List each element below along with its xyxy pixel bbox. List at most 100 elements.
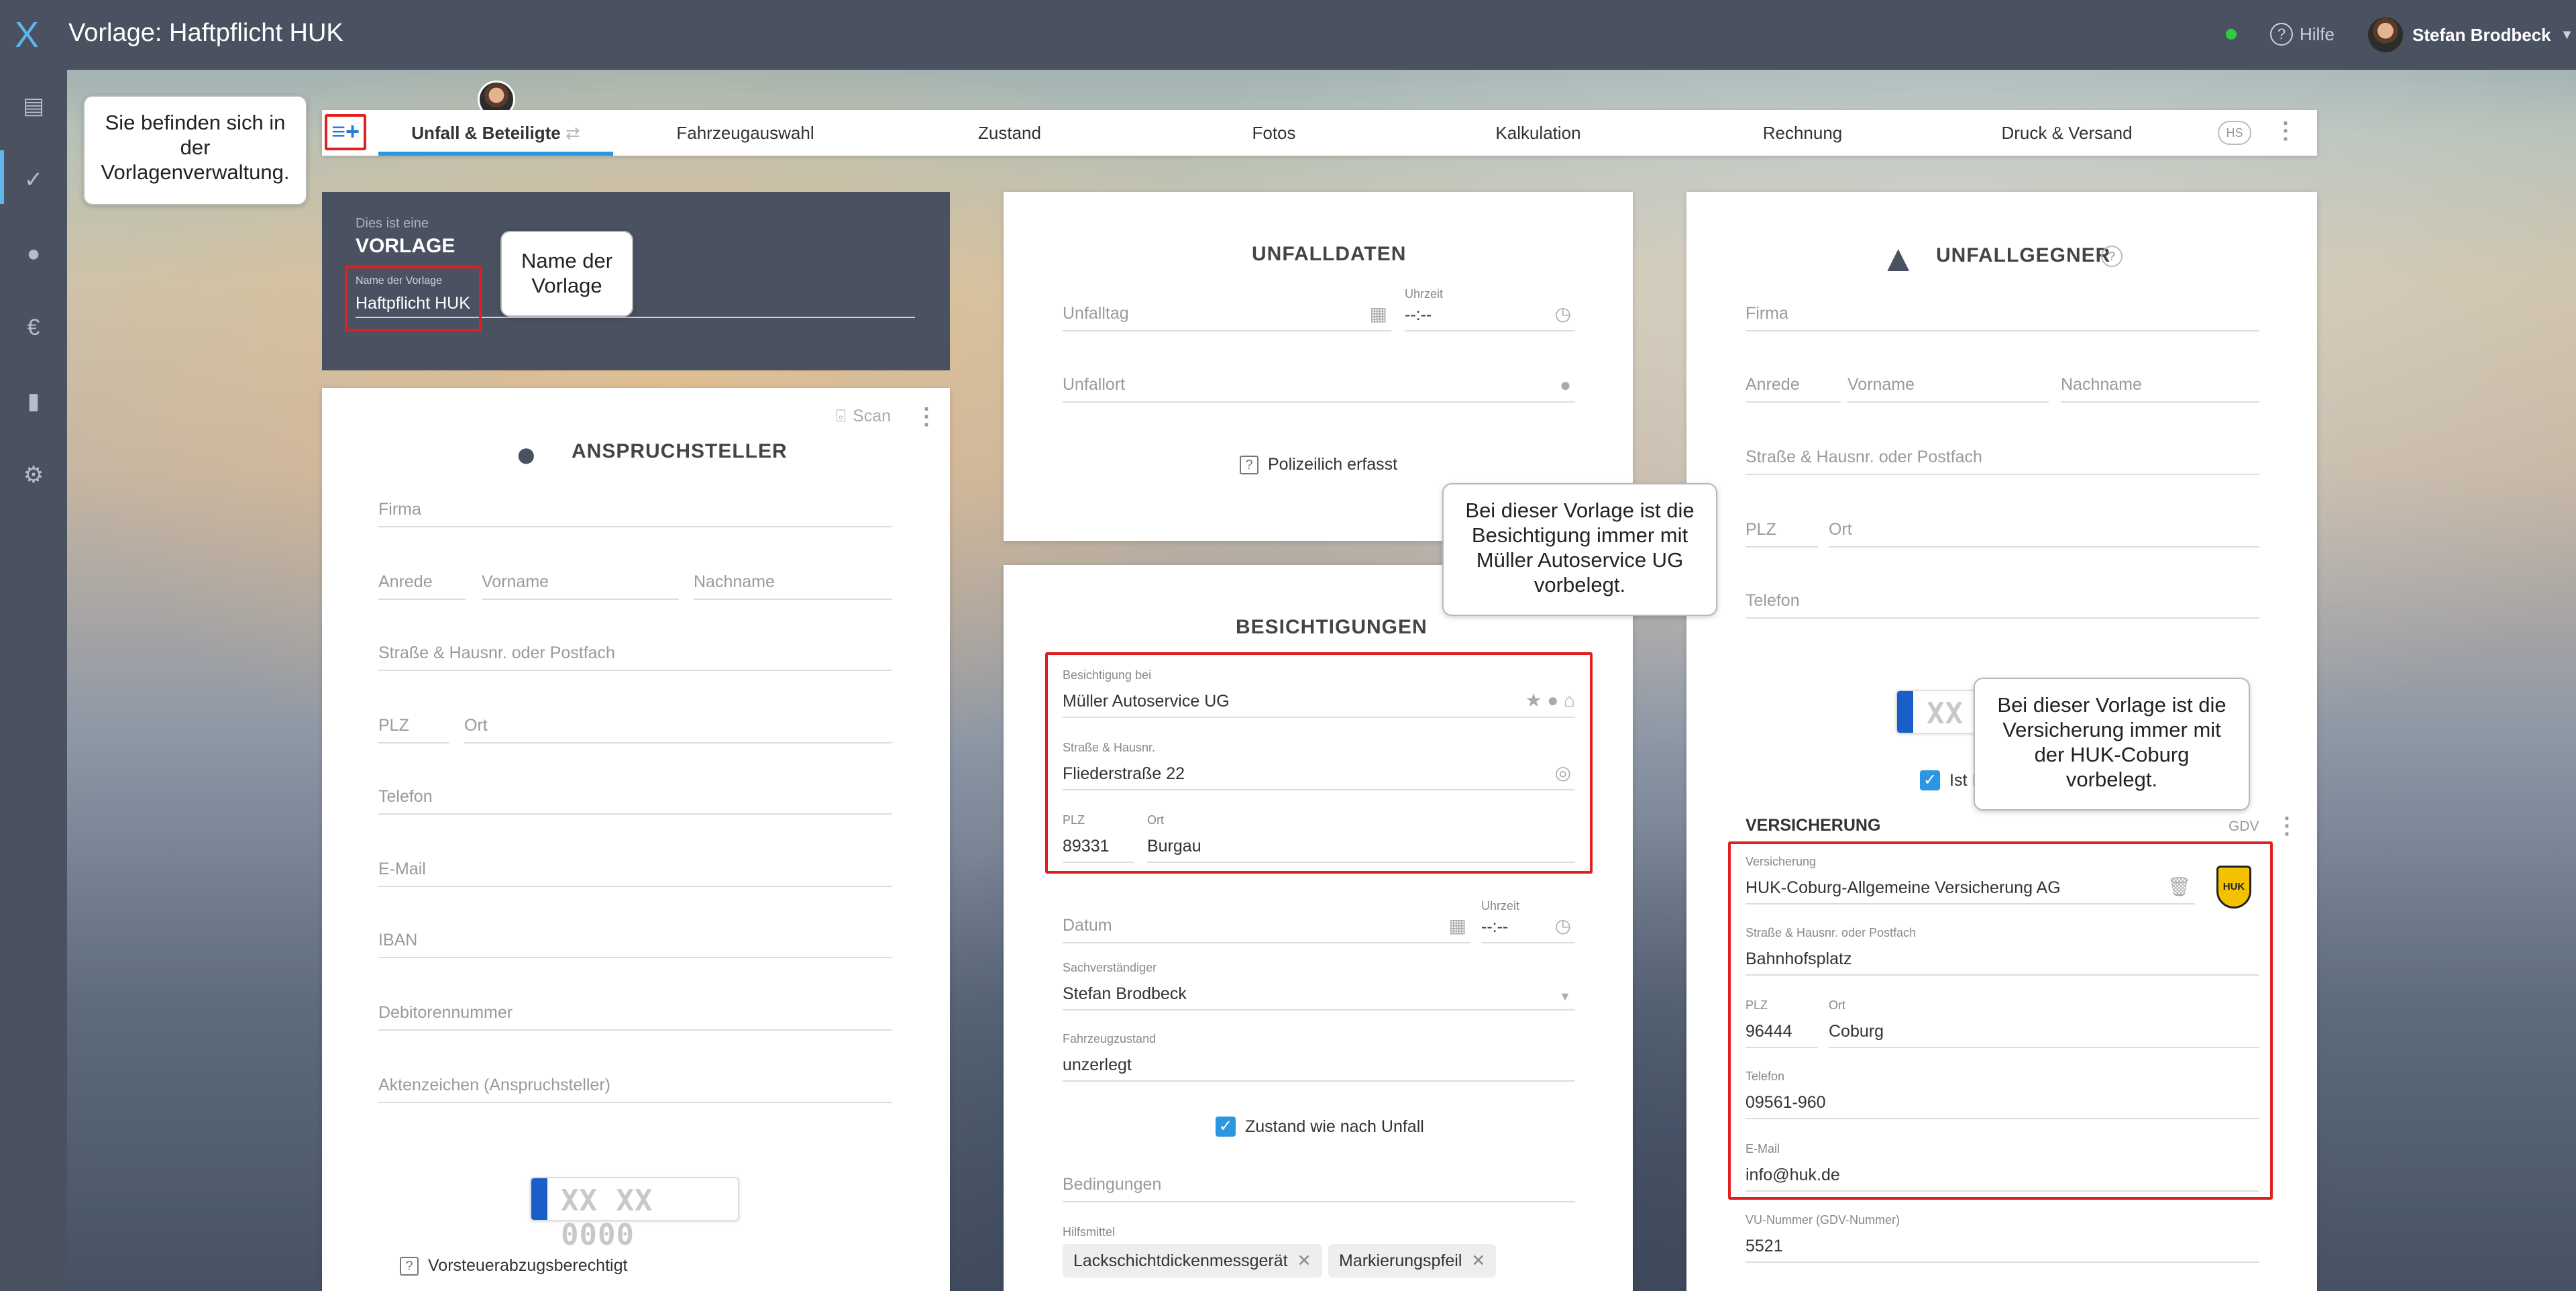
- field-value: 5521: [1746, 1237, 1783, 1255]
- field-label: Telefon: [1746, 591, 1800, 610]
- claimant-plz-input[interactable]: PLZ: [378, 706, 449, 743]
- hilfsmittel-chip[interactable]: Markierungspfeil ✕: [1328, 1244, 1497, 1278]
- template-list-button[interactable]: ≡+: [325, 114, 366, 150]
- zustand-wie-nach-unfall-checkbox[interactable]: ✓ Zustand wie nach Unfall: [1216, 1117, 1424, 1137]
- help-link[interactable]: ? Hilfe: [2270, 23, 2334, 46]
- opponent-telefon-input[interactable]: Telefon: [1746, 581, 2259, 619]
- field-label: PLZ: [378, 716, 409, 735]
- template-intro: Dies ist eine: [356, 216, 429, 231]
- polizei-checkbox[interactable]: ? Polizeilich erfasst: [1240, 455, 1397, 474]
- field-label: Unfalltag: [1063, 304, 1129, 323]
- besichtigung-datum-input[interactable]: Datum ▦: [1063, 906, 1470, 943]
- unfallort-input[interactable]: Unfallort ●: [1063, 365, 1575, 403]
- check-icon[interactable]: ✓: [19, 165, 48, 195]
- field-label: Firma: [378, 500, 421, 519]
- template-kind: VORLAGE: [356, 235, 455, 257]
- sachverstaendiger-select[interactable]: Sachverständiger Stefan Brodbeck ▼: [1063, 961, 1575, 1011]
- besichtigung-time-input[interactable]: Uhrzeit --:-- ◷: [1481, 899, 1575, 943]
- help-label: Hilfe: [2300, 23, 2335, 44]
- tab-zustand[interactable]: Zustand: [877, 110, 1142, 156]
- tab-rechnung[interactable]: Rechnung: [1670, 110, 1935, 156]
- help-icon[interactable]: ?: [2101, 246, 2123, 267]
- opponent-ort-input[interactable]: Ort: [1829, 510, 2259, 548]
- claimant-iban-input[interactable]: IBAN: [378, 921, 892, 958]
- insurance-more-icon[interactable]: ⋮: [2275, 815, 2298, 837]
- clock-icon[interactable]: ◷: [1555, 303, 1571, 325]
- calendar-icon[interactable]: ▦: [1370, 303, 1387, 325]
- opponent-firma-input[interactable]: Firma: [1746, 294, 2259, 331]
- versicherung-highlight: [1728, 841, 2273, 1200]
- opponent-nachname-input[interactable]: Nachname: [2061, 365, 2259, 403]
- clock-icon[interactable]: ◷: [1555, 915, 1571, 937]
- field-value: Stefan Brodbeck: [1063, 984, 1187, 1003]
- claimant-email-input[interactable]: E-Mail: [378, 849, 892, 887]
- field-label: Vorname: [1847, 375, 1915, 394]
- hs-badge[interactable]: HS: [2218, 121, 2251, 145]
- eu-band: [531, 1178, 547, 1220]
- field-label: VU-Nummer (GDV-Nummer): [1746, 1213, 1900, 1227]
- chart-icon[interactable]: ▮: [19, 386, 48, 416]
- tab-fotos[interactable]: Fotos: [1142, 110, 1406, 156]
- fahrzeugzustand-input[interactable]: Fahrzeugzustand unzerlegt: [1063, 1032, 1575, 1082]
- template-name-highlight: [345, 266, 482, 331]
- close-icon[interactable]: ✕: [1297, 1251, 1311, 1270]
- app-logo[interactable]: X: [15, 15, 55, 55]
- plate-text: XX: [1927, 696, 1964, 731]
- page-title: Vorlage: Haftpflicht HUK: [68, 19, 343, 47]
- tab-druck-versand[interactable]: Druck & Versand: [1935, 110, 2199, 156]
- gdv-button[interactable]: GDV: [2229, 819, 2259, 835]
- field-label: Uhrzeit: [1481, 899, 1520, 913]
- user-menu[interactable]: Stefan Brodbeck ▼: [2368, 17, 2573, 52]
- claimant-strasse-input[interactable]: Straße & Hausnr. oder Postfach: [378, 633, 892, 671]
- unfalltag-input[interactable]: Unfalltag ▦: [1063, 294, 1391, 331]
- claimant-debitor-input[interactable]: Debitorennummer: [378, 993, 892, 1031]
- callout-besichtigung: Bei dieser Vorlage ist die Besichtigung …: [1442, 483, 1717, 616]
- field-label: Vorname: [482, 572, 549, 591]
- checkbox-label: Ist I: [1949, 770, 1977, 790]
- opponent-anrede-input[interactable]: Anrede: [1746, 365, 1841, 403]
- question-checkbox-icon: ?: [1240, 455, 1258, 474]
- opponent-plz-input[interactable]: PLZ: [1746, 510, 1818, 548]
- opponent-vorname-input[interactable]: Vorname: [1847, 365, 2049, 403]
- field-label: Anrede: [378, 572, 433, 591]
- person-icon[interactable]: ●: [1560, 374, 1571, 396]
- claimant-vorname-input[interactable]: Vorname: [482, 562, 679, 600]
- person-icon[interactable]: ●: [19, 239, 48, 268]
- opponent-ist-checkbox[interactable]: ✓ Ist I: [1920, 770, 1976, 790]
- time-value: --:--: [1481, 917, 1509, 936]
- gear-icon[interactable]: ⚙: [19, 460, 48, 490]
- bedingungen-input[interactable]: Bedingungen: [1063, 1165, 1575, 1202]
- vorsteuer-checkbox[interactable]: ? Vorsteuerabzugsberechtigt: [400, 1256, 627, 1276]
- callout-vorlagenverwaltung: Sie befinden sich in der Vorlagenverwalt…: [83, 95, 307, 205]
- plate-text: XX XX 0000: [561, 1184, 653, 1252]
- warning-icon: ▲: [1880, 237, 1917, 279]
- claimant-nachname-input[interactable]: Nachname: [694, 562, 892, 600]
- tabbar-more-icon[interactable]: ⋮: [2274, 119, 2297, 142]
- tab-unfall-beteiligte[interactable]: Unfall & Beteiligte ⇄: [378, 110, 613, 156]
- field-label: Aktenzeichen (Anspruchsteller): [378, 1076, 610, 1094]
- claimant-firma-input[interactable]: Firma: [378, 490, 892, 527]
- field-label: Straße & Hausnr. oder Postfach: [1746, 448, 1982, 466]
- calendar-icon[interactable]: ▦: [1449, 915, 1466, 937]
- claimant-aktenzeichen-input[interactable]: Aktenzeichen (Anspruchsteller): [378, 1066, 892, 1103]
- euro-icon[interactable]: €: [19, 313, 48, 342]
- field-label: Datum: [1063, 916, 1112, 935]
- close-icon[interactable]: ✕: [1471, 1251, 1485, 1270]
- claimant-telefon-input[interactable]: Telefon: [378, 777, 892, 815]
- claimant-ort-input[interactable]: Ort: [464, 706, 892, 743]
- field-label: Straße & Hausnr. oder Postfach: [378, 643, 615, 662]
- scan-button[interactable]: ⌻ Scan: [836, 407, 891, 426]
- claimant-license-plate[interactable]: XX XX 0000: [530, 1177, 739, 1252]
- checkbox-label: Zustand wie nach Unfall: [1245, 1117, 1424, 1136]
- accident-time-input[interactable]: Uhrzeit --:-- ◷: [1405, 287, 1575, 331]
- tab-fahrzeugauswahl[interactable]: Fahrzeugauswahl: [613, 110, 877, 156]
- tab-label: Unfall & Beteiligte: [411, 123, 561, 143]
- tab-kalkulation[interactable]: Kalkulation: [1406, 110, 1670, 156]
- claimant-more-icon[interactable]: ⋮: [915, 405, 938, 428]
- document-icon[interactable]: ▤: [19, 91, 48, 121]
- hilfsmittel-chip[interactable]: Lackschichtdickenmessgerät ✕: [1063, 1244, 1322, 1278]
- insurance-vu-input[interactable]: VU-Nummer (GDV-Nummer) 5521: [1746, 1213, 2259, 1263]
- checkbox-checked-icon: ✓: [1920, 770, 1940, 790]
- claimant-anrede-input[interactable]: Anrede: [378, 562, 466, 600]
- opponent-strasse-input[interactable]: Straße & Hausnr. oder Postfach: [1746, 437, 2259, 475]
